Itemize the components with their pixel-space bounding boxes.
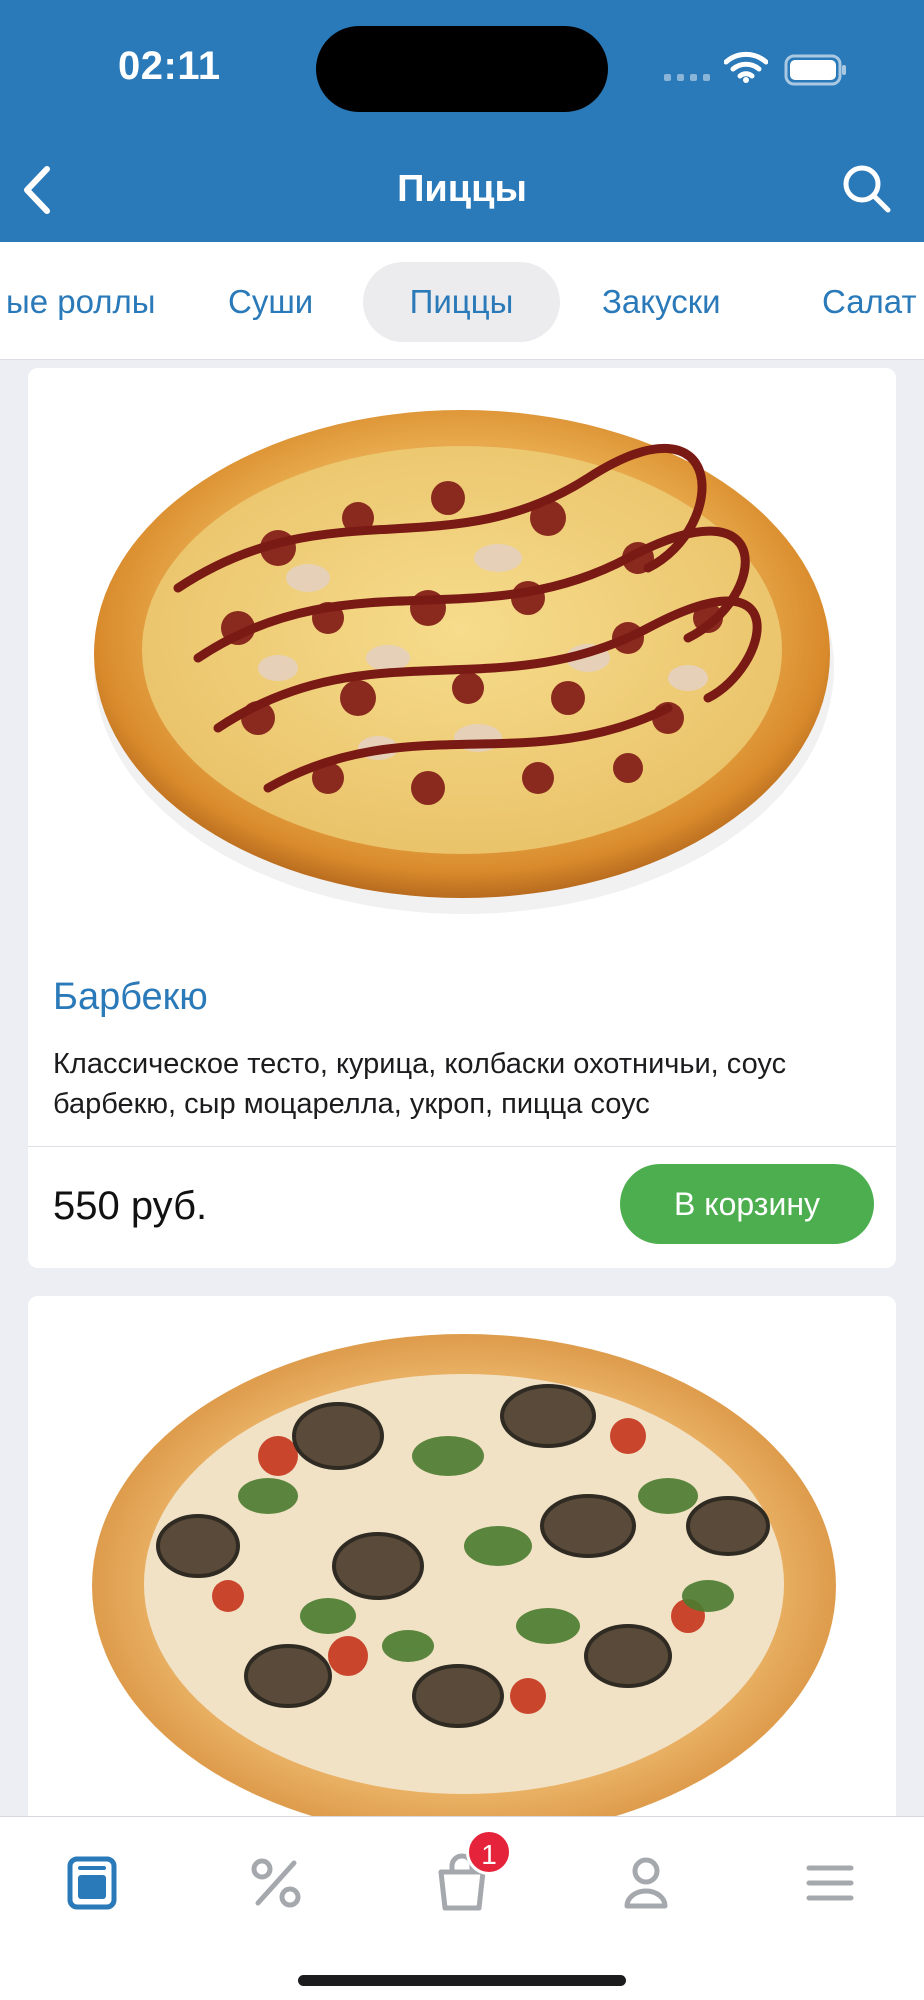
tab-salads[interactable]: Салат bbox=[806, 262, 924, 342]
menu-book-icon bbox=[67, 1856, 117, 1910]
product-title[interactable]: Барбекю bbox=[53, 976, 208, 1019]
tabbar-profile[interactable] bbox=[606, 1843, 686, 1923]
hamburger-menu-icon bbox=[806, 1865, 854, 1901]
product-price: 550 руб. bbox=[53, 1184, 208, 1228]
battery-icon bbox=[784, 54, 846, 86]
tabbar-promotions[interactable] bbox=[236, 1843, 316, 1923]
dynamic-island bbox=[316, 26, 608, 112]
add-to-cart-button[interactable]: В корзину bbox=[620, 1164, 874, 1244]
product-card bbox=[28, 1296, 896, 1816]
page-title: Пиццы bbox=[397, 168, 527, 210]
pizza-vegetable-image bbox=[92, 1334, 836, 1816]
wifi-icon bbox=[724, 51, 768, 83]
category-tabs: ые роллы Суши Пиццы Закуски Салат bbox=[0, 242, 924, 360]
tab-pizza[interactable]: Пиццы bbox=[363, 262, 560, 342]
tabbar-more[interactable] bbox=[790, 1843, 870, 1923]
tab-snacks[interactable]: Закуски bbox=[586, 262, 737, 342]
cellular-signal-icon bbox=[664, 74, 710, 81]
product-feed: Барбекю Классическое тесто, курица, колб… bbox=[0, 360, 924, 1816]
tab-rolls[interactable]: ые роллы bbox=[0, 262, 167, 342]
home-indicator bbox=[298, 1975, 626, 1986]
divider bbox=[28, 1146, 896, 1147]
product-image[interactable] bbox=[28, 368, 896, 946]
tab-sushi[interactable]: Суши bbox=[212, 262, 329, 342]
product-card: Барбекю Классическое тесто, курица, колб… bbox=[28, 368, 896, 1268]
product-description: Классическое тесто, курица, колбаски охо… bbox=[53, 1048, 787, 1120]
product-image[interactable] bbox=[28, 1296, 896, 1816]
pizza-bbq-image bbox=[94, 410, 834, 914]
app-header: 02:11 Пиццы bbox=[0, 0, 924, 242]
status-time: 02:11 bbox=[118, 44, 221, 88]
search-button[interactable] bbox=[838, 160, 896, 218]
percent-icon bbox=[251, 1858, 301, 1908]
bottom-tab-bar: 1 bbox=[0, 1816, 924, 2000]
tabbar-menu[interactable] bbox=[52, 1843, 132, 1923]
search-icon bbox=[843, 165, 891, 213]
profile-icon bbox=[624, 1857, 668, 1909]
cart-badge: 1 bbox=[466, 1829, 512, 1875]
